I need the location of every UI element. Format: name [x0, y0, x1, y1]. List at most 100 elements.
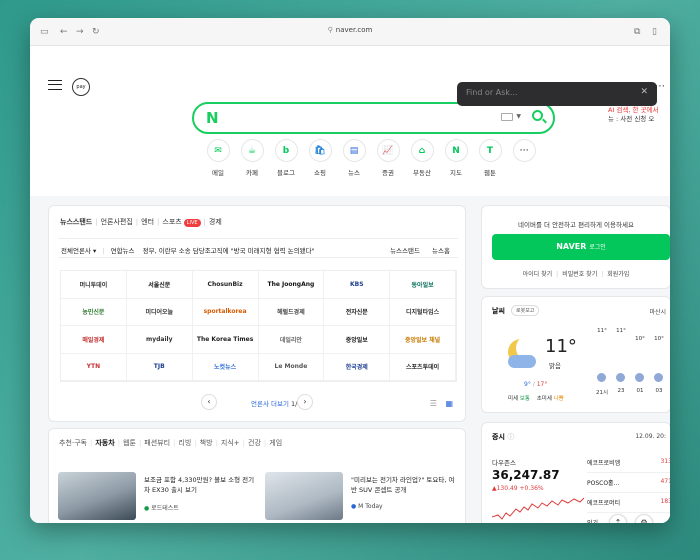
- press-logo[interactable]: 노컷뉴스: [192, 353, 259, 381]
- temperature-range: 9° / 17°: [524, 381, 548, 388]
- naver-logo[interactable]: N: [206, 109, 219, 127]
- content-tab[interactable]: 건강: [248, 439, 261, 447]
- stock-row[interactable]: 에코프로머티 183: [587, 493, 670, 513]
- content-tab[interactable]: 리빙: [178, 439, 191, 447]
- index-name[interactable]: 다우존스: [492, 457, 516, 467]
- pay-icon[interactable]: pay: [72, 78, 90, 96]
- headline-link[interactable]: 정부, 이란부 소송 담당조고직에 "방국 미래지형 협력 논의됐다": [143, 247, 315, 255]
- press-logo[interactable]: 머니투데이: [61, 271, 127, 299]
- prev-page-button[interactable]: ‹: [201, 394, 217, 410]
- tabs-icon[interactable]: ▯: [652, 26, 657, 38]
- press-logo[interactable]: The JoongAng: [258, 271, 325, 299]
- article-thumbnail[interactable]: [265, 472, 343, 520]
- shortcut-mail[interactable]: ✉ 메일: [201, 139, 235, 177]
- content-tab[interactable]: 웹툰: [123, 439, 136, 447]
- press-logo[interactable]: 동아일보: [390, 271, 456, 299]
- mail-icon[interactable]: ✉: [206, 139, 230, 162]
- press-logo[interactable]: 매일경제: [61, 326, 127, 354]
- tab-newsstand[interactable]: 뉴스스탠드: [60, 218, 92, 226]
- close-icon[interactable]: ✕: [640, 87, 648, 97]
- service-shortcuts: ✉ 메일 ☕ 카페 b 블로그 🛍 쇼핑 ▤ 뉴스 📈 증권 ⌂ 부동산 N 지도 T 웹툰 ⋯: [201, 139, 541, 177]
- find-or-ask-box[interactable]: Find or Ask... ✕: [457, 82, 657, 106]
- content-tab[interactable]: 자동차: [95, 439, 114, 447]
- tab-sports[interactable]: 스포츠: [162, 218, 181, 226]
- find-input-placeholder[interactable]: Find or Ask...: [466, 88, 518, 97]
- webtoon-icon[interactable]: T: [478, 139, 502, 162]
- press-logo[interactable]: KBS: [324, 271, 391, 299]
- cafe-icon[interactable]: ☕: [240, 139, 264, 162]
- shortcut-webtoon[interactable]: T 웹툰: [473, 139, 507, 177]
- search-bar[interactable]: N ▼: [192, 102, 555, 134]
- shortcut-map[interactable]: N 지도: [439, 139, 473, 177]
- press-logo[interactable]: 헤럴드경제: [258, 298, 325, 326]
- press-logo[interactable]: 디지털타임스: [390, 298, 456, 326]
- news-home-link[interactable]: 뉴스홈: [432, 247, 450, 255]
- chevron-down-icon[interactable]: ▼: [516, 113, 521, 120]
- press-logo[interactable]: YTN: [61, 353, 127, 381]
- press-logo[interactable]: 중앙일보 채널: [390, 326, 456, 354]
- press-logo[interactable]: 미디어오늘: [126, 298, 193, 326]
- tab-press-edit[interactable]: 언론사편집: [101, 218, 133, 226]
- press-logo[interactable]: The Korea Times: [192, 326, 259, 354]
- press-logo[interactable]: sportalkorea: [192, 298, 259, 326]
- shortcut-stock[interactable]: 📈 증권: [371, 139, 405, 177]
- shopping-icon[interactable]: 🛍: [308, 139, 332, 162]
- press-logo[interactable]: 전자신문: [324, 298, 391, 326]
- ai-promo[interactable]: AI 검색, 한 곳에서 뉴 : 사전 신청 오: [608, 106, 659, 124]
- list-view-icon[interactable]: ☰: [430, 399, 437, 408]
- stock-row[interactable]: 에코프로비엠 313: [587, 453, 670, 473]
- press-logo[interactable]: 농민신문: [61, 298, 127, 326]
- next-page-button[interactable]: ›: [297, 394, 313, 410]
- signup-link[interactable]: 회원가입: [607, 271, 629, 278]
- press-logo[interactable]: 한국경제: [324, 353, 391, 381]
- realestate-icon[interactable]: ⌂: [410, 139, 434, 162]
- press-logo[interactable]: Le Monde: [258, 353, 325, 381]
- shortcut-blog[interactable]: b 블로그: [269, 139, 303, 177]
- news-icon[interactable]: ▤: [342, 139, 366, 162]
- article-title[interactable]: 보조금 포함 4,330만원? 볼보 소형 전기차 EX30 출시 보기: [144, 475, 256, 495]
- content-tab[interactable]: 지식+: [221, 439, 240, 447]
- tab-economy[interactable]: 경제: [209, 218, 222, 226]
- article-title[interactable]: "미리보는 전기차 라인업?" 토요타, 여반 SUV 콘셉트 공개: [351, 475, 459, 495]
- search-icon[interactable]: [532, 110, 543, 121]
- press-logo[interactable]: TJB: [126, 353, 193, 381]
- content-tab[interactable]: 추천·구독: [59, 439, 87, 447]
- press-logo[interactable]: ChosunBiz: [192, 271, 259, 299]
- press-filter-dropdown[interactable]: 전체언론사 ▾: [61, 247, 96, 255]
- shortcut-cafe[interactable]: ☕ 카페: [235, 139, 269, 177]
- shortcut-realestate[interactable]: ⌂ 부동산: [405, 139, 439, 177]
- weather-location[interactable]: 마산시: [649, 307, 666, 316]
- press-logo[interactable]: 중앙일보: [324, 326, 391, 354]
- newsstand-link[interactable]: 뉴스스탠드: [390, 247, 420, 255]
- stock-title[interactable]: 증시 ⓘ: [492, 432, 514, 442]
- grid-view-icon[interactable]: ▦: [445, 399, 453, 408]
- stock-row[interactable]: POSCO홀... 471: [587, 473, 670, 493]
- article-thumbnail[interactable]: [58, 472, 136, 520]
- content-tab[interactable]: 책방: [200, 439, 213, 447]
- keyboard-icon[interactable]: [501, 113, 513, 121]
- naver-login-button[interactable]: NAVER 로그인: [492, 234, 670, 260]
- press-logo[interactable]: 데일리안: [258, 326, 325, 354]
- content-tab[interactable]: 게임: [269, 439, 282, 447]
- blog-icon[interactable]: b: [274, 139, 298, 162]
- shortcut-more[interactable]: ⋯: [507, 139, 541, 177]
- find-id-link[interactable]: 아이디 찾기: [523, 271, 553, 278]
- stock-icon[interactable]: 📈: [376, 139, 400, 162]
- headline-source[interactable]: 연합뉴스: [111, 247, 135, 255]
- content-tab[interactable]: 패션뷰티: [144, 439, 170, 447]
- shortcut-news[interactable]: ▤ 뉴스: [337, 139, 371, 177]
- shortcut-shopping[interactable]: 🛍 쇼핑: [303, 139, 337, 177]
- tab-entertain[interactable]: 엔터: [141, 218, 154, 226]
- press-logo[interactable]: mydaily: [126, 326, 193, 354]
- map-icon[interactable]: N: [444, 139, 468, 162]
- find-password-link[interactable]: 비밀번호 찾기: [562, 271, 597, 278]
- share-icon[interactable]: ⧉: [634, 26, 640, 38]
- more-icon[interactable]: ⋯: [512, 139, 536, 162]
- hourly-time: 21시: [595, 390, 609, 396]
- menu-icon[interactable]: [48, 80, 62, 90]
- address-bar[interactable]: ⚲ naver.com: [30, 26, 670, 34]
- press-logo[interactable]: 스포츠투데이: [390, 353, 456, 381]
- weather-title[interactable]: 날씨: [492, 306, 505, 316]
- stock-row[interactable]: 인기: [587, 513, 670, 523]
- press-logo[interactable]: 서울신문: [126, 271, 193, 299]
